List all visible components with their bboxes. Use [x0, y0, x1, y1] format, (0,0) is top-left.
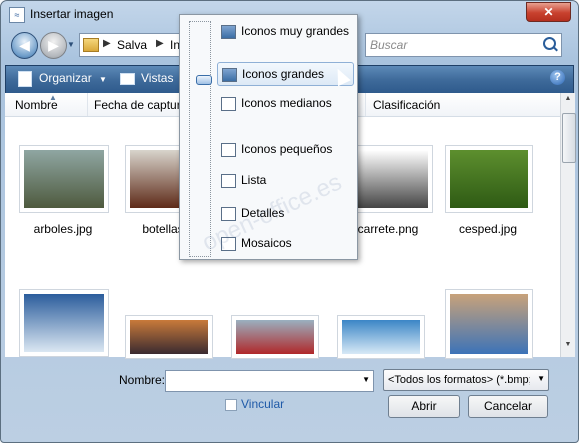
file-thumbnail[interactable] — [125, 315, 213, 359]
file-thumbnail[interactable] — [337, 315, 425, 359]
views-button[interactable]: Vistas — [141, 71, 173, 85]
file-thumbnail[interactable] — [445, 289, 533, 359]
column-date[interactable]: Fecha de captur — [94, 98, 181, 112]
file-type-select[interactable]: <Todos los formatos> (*.bmp;* ▼ — [383, 369, 549, 391]
menu-item-small-icons[interactable]: Iconos pequeños — [217, 138, 352, 162]
view-size-slider[interactable] — [189, 21, 212, 257]
menu-item-label: Iconos grandes — [242, 67, 325, 81]
link-checkbox[interactable] — [225, 399, 237, 411]
search-icon[interactable] — [543, 37, 556, 50]
close-button[interactable]: ✕ — [526, 2, 571, 22]
file-name-label[interactable]: cesped.jpg — [438, 222, 538, 236]
breadcrumb-item-salva[interactable]: Salva — [117, 38, 147, 52]
chevron-down-icon[interactable]: ▼ — [362, 375, 370, 384]
list-icon — [221, 174, 236, 188]
file-thumbnail[interactable] — [231, 315, 319, 359]
file-type-value: <Todos los formatos> (*.bmp;* — [388, 374, 530, 386]
photo-image — [342, 320, 420, 354]
filename-label: Nombre: — [119, 373, 166, 387]
breadcrumb-separator-icon[interactable]: ▶ — [156, 38, 164, 49]
filename-input[interactable]: ▼ — [165, 370, 374, 392]
window-title: Insertar imagen — [30, 7, 114, 21]
scroll-down-icon[interactable]: ▼ — [562, 341, 574, 355]
vertical-scrollbar[interactable]: ▲ ▼ — [560, 93, 576, 357]
medium-icons-icon — [221, 97, 236, 111]
views-icon — [120, 73, 135, 85]
recent-locations-dropdown[interactable]: ▼ — [67, 40, 75, 49]
open-button[interactable]: Abrir — [388, 395, 460, 418]
forward-button[interactable]: ▶ — [40, 32, 67, 59]
menu-item-label: Iconos muy grandes — [241, 24, 350, 38]
menu-item-label: Iconos pequeños — [241, 142, 333, 156]
file-thumbnail[interactable] — [19, 289, 109, 357]
organize-icon — [18, 71, 32, 87]
photo-image — [236, 320, 314, 354]
photo-image — [24, 150, 104, 208]
organize-button[interactable]: Organizar ▼ — [39, 71, 107, 85]
back-button[interactable]: ◀ — [11, 32, 38, 59]
app-icon: ≈ — [9, 7, 25, 23]
slider-handle[interactable] — [196, 75, 212, 85]
small-icons-icon — [221, 143, 236, 157]
file-name-label[interactable]: arboles.jpg — [13, 222, 113, 236]
dialog-footer: Nombre: ▼ <Todos los formatos> (*.bmp;* … — [1, 357, 578, 442]
column-name[interactable]: Nombre — [15, 98, 58, 112]
chevron-down-icon[interactable]: ▼ — [537, 374, 545, 383]
menu-item-label: Lista — [241, 173, 267, 187]
chevron-down-icon: ▼ — [99, 75, 107, 84]
insert-image-dialog: ≈ Insertar imagen ✕ ◀ ▶ ▼ ▶ Salva ▶ In B… — [0, 0, 579, 443]
column-divider[interactable] — [87, 93, 88, 116]
menu-item-medium-icons[interactable]: Iconos medianos — [217, 92, 352, 116]
search-placeholder: Buscar — [370, 38, 408, 52]
photo-image — [130, 320, 208, 354]
menu-item-extra-large-icons[interactable]: Iconos muy grandes — [217, 20, 352, 44]
file-thumbnail[interactable] — [19, 145, 109, 213]
breadcrumb-separator-icon[interactable]: ▶ — [103, 38, 111, 49]
photo-image — [450, 150, 528, 208]
search-input[interactable]: Buscar — [365, 33, 562, 57]
column-divider[interactable] — [365, 93, 366, 116]
file-thumbnail[interactable] — [345, 145, 433, 213]
column-rating[interactable]: Clasificación — [373, 98, 440, 112]
photo-image — [350, 150, 428, 208]
scroll-up-icon[interactable]: ▲ — [562, 95, 574, 109]
large-icons-icon — [222, 68, 237, 82]
photo-image — [24, 294, 104, 352]
file-thumbnail[interactable] — [445, 145, 533, 213]
scroll-thumb[interactable] — [562, 113, 576, 163]
cancel-button[interactable]: Cancelar — [468, 395, 548, 418]
extra-large-icons-icon — [221, 25, 236, 39]
photo-image — [450, 294, 528, 354]
folder-icon — [83, 38, 99, 52]
organize-label: Organizar — [39, 71, 92, 85]
menu-item-label: Iconos medianos — [241, 96, 332, 110]
help-icon[interactable]: ? — [550, 70, 565, 85]
link-label[interactable]: Vincular — [241, 397, 284, 411]
